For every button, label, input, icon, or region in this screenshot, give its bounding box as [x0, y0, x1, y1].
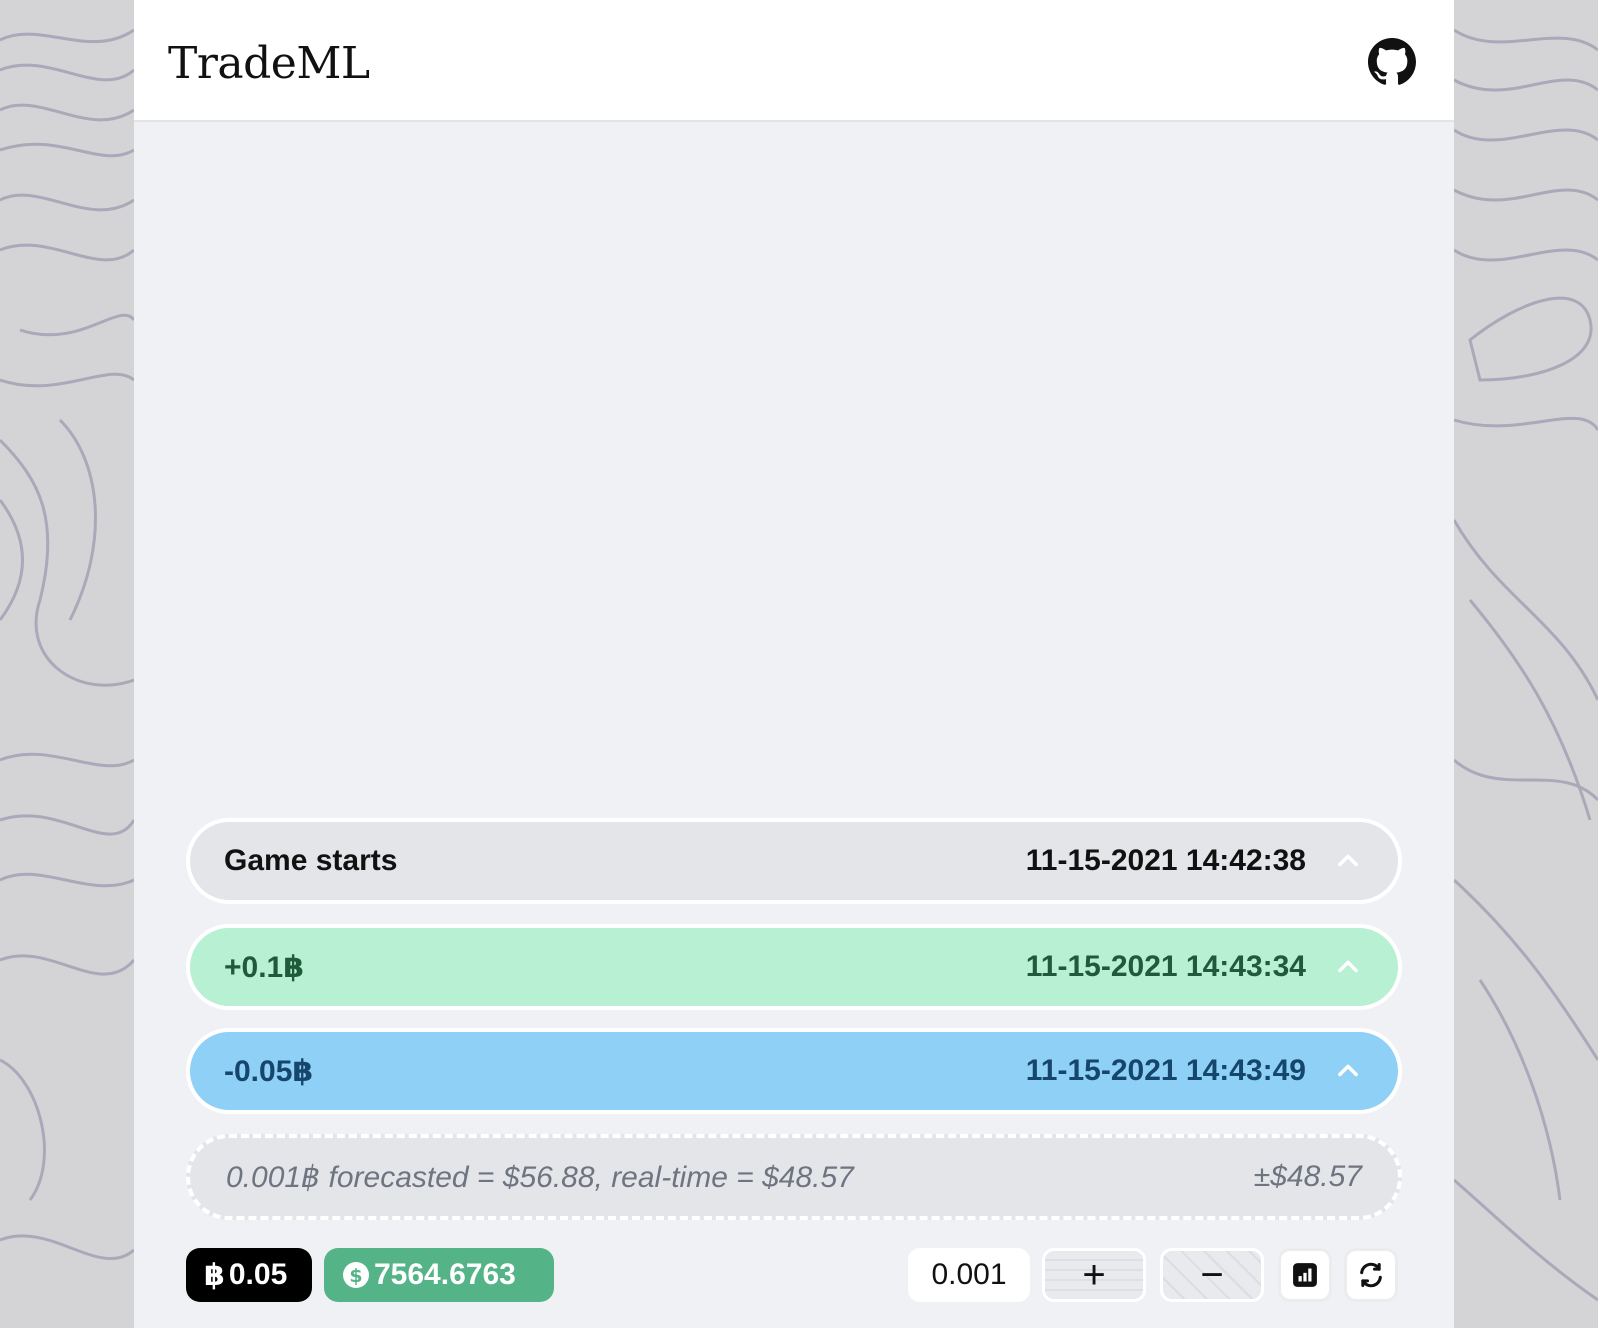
- event-time: 11-15-2021 14:43:49: [1025, 1054, 1306, 1087]
- event-time: 11-15-2021 14:42:38: [1025, 844, 1306, 877]
- event-label: Game starts: [224, 844, 398, 877]
- chevron-up-icon[interactable]: [1334, 847, 1362, 875]
- event-row-sell[interactable]: -0.05฿ 11-15-2021 14:43:49: [186, 1028, 1402, 1114]
- forecast-text: 0.001฿ forecasted = $56.88, real-time = …: [226, 1160, 854, 1194]
- event-label: -0.05฿: [224, 1054, 314, 1088]
- brand-title: TradeML: [168, 38, 370, 89]
- btc-balance-badge: ฿ 0.05: [186, 1248, 312, 1302]
- chevron-up-icon[interactable]: [1334, 1057, 1362, 1085]
- reset-button[interactable]: [1344, 1248, 1398, 1302]
- sell-minus-button[interactable]: −: [1160, 1248, 1264, 1302]
- btc-balance: 0.05: [228, 1258, 288, 1291]
- svg-text:$: $: [349, 1265, 362, 1287]
- bar-chart-icon: [1293, 1263, 1317, 1287]
- header-bar: TradeML: [134, 0, 1454, 122]
- usd-balance-badge: $ 7564.6763: [324, 1248, 554, 1302]
- plus-icon: +: [1082, 1252, 1106, 1297]
- bitcoin-icon: ฿: [204, 1258, 225, 1292]
- event-row-buy[interactable]: +0.1฿ 11-15-2021 14:43:34: [186, 924, 1402, 1010]
- minus-icon: −: [1200, 1252, 1224, 1297]
- refresh-icon: [1360, 1262, 1382, 1288]
- event-time: 11-15-2021 14:43:34: [1025, 950, 1306, 983]
- event-row-game-start[interactable]: Game starts 11-15-2021 14:42:38: [186, 818, 1402, 904]
- usd-balance: 7564.6763: [374, 1258, 516, 1291]
- forecast-delta: ±$48.57: [1253, 1160, 1362, 1193]
- buy-plus-button[interactable]: +: [1042, 1248, 1146, 1302]
- forecast-row: 0.001฿ forecasted = $56.88, real-time = …: [186, 1134, 1402, 1220]
- chevron-up-icon[interactable]: [1334, 953, 1362, 981]
- app-container: TradeML Game starts 11-15-2021 14:42:38 …: [134, 0, 1454, 1328]
- dollar-coin-icon: $: [343, 1262, 369, 1288]
- bottom-toolbar: ฿ 0.05 $ 7564.6763 + −: [186, 1248, 1402, 1304]
- chart-button[interactable]: [1278, 1248, 1332, 1302]
- github-icon[interactable]: [1368, 38, 1416, 86]
- quantity-input[interactable]: [908, 1248, 1030, 1302]
- event-label: +0.1฿: [224, 950, 305, 984]
